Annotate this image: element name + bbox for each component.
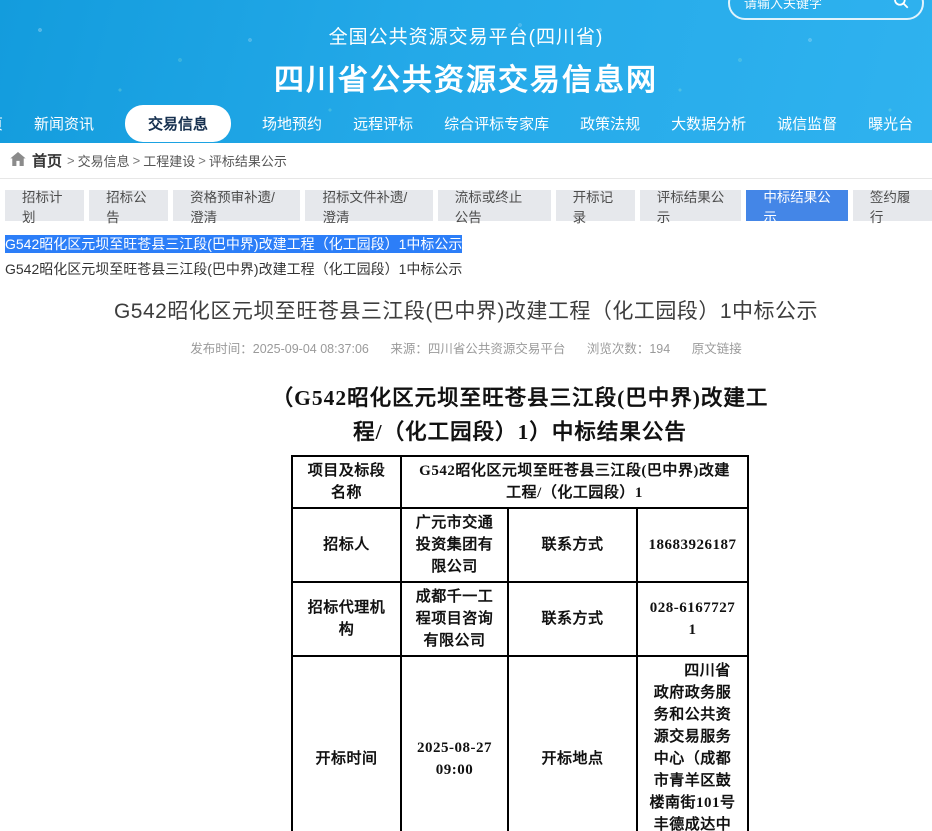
cell-opening-time-value: 2025-08-27 09:00 — [401, 656, 508, 831]
cell-opening-time-label: 开标时间 — [292, 656, 401, 831]
tab-prequalification-addendum[interactable]: 资格预审补遗/澄清 — [173, 190, 300, 221]
cell-project-label: 项目及标段名称 — [292, 456, 401, 508]
nav-item-big-data[interactable]: 大数据分析 — [671, 113, 746, 134]
cell-contact2-label: 联系方式 — [508, 582, 637, 656]
cell-contact2-value: 028-61677271 — [637, 582, 748, 656]
selected-link-text[interactable]: G542昭化区元坝至旺苍县三江段(巴中界)改建工程（化工园段）1中标公示 — [5, 235, 462, 253]
nav-item-remote-evaluation[interactable]: 远程评标 — [353, 113, 413, 134]
list-item-selected[interactable]: G542昭化区元坝至旺苍县三江段(巴中界)改建工程（化工园段）1中标公示 — [5, 236, 932, 253]
home-icon[interactable] — [10, 152, 26, 169]
cell-project-value: G542昭化区元坝至旺苍县三江段(巴中界)改建工程/（化工园段）1 — [401, 456, 748, 508]
category-tabs: 招标计划 招标公告 资格预审补遗/澄清 招标文件补遗/澄清 流标或终止公告 开标… — [5, 190, 932, 221]
result-list: G542昭化区元坝至旺苍县三江段(巴中界)改建工程（化工园段）1中标公示 G54… — [5, 236, 932, 278]
table-row: 招标人 广元市交通投资集团有限公司 联系方式 18683926187 — [292, 508, 748, 582]
cell-opening-place-value: 四川省政府政务服务和公共资源交易服务中心（成都市青羊区鼓楼南街101号丰德成达中… — [637, 656, 748, 831]
cell-contact-label: 联系方式 — [508, 508, 637, 582]
view-count: 浏览次数：194 — [587, 342, 670, 356]
cell-agency-value: 成都千一工程项目咨询有限公司 — [401, 582, 508, 656]
award-result-table: 项目及标段名称 G542昭化区元坝至旺苍县三江段(巴中界)改建工程/（化工园段）… — [291, 455, 749, 831]
tab-bid-doc-addendum[interactable]: 招标文件补遗/澄清 — [305, 190, 432, 221]
table-row: 开标时间 2025-08-27 09:00 开标地点 四川省政府政务服务和公共资… — [292, 656, 748, 831]
nav-item-integrity[interactable]: 诚信监督 — [777, 113, 837, 134]
nav-item-news[interactable]: 新闻资讯 — [34, 113, 94, 134]
tab-contract-performance[interactable]: 签约履行 — [853, 190, 932, 221]
cell-contact-value: 18683926187 — [637, 508, 748, 582]
cell-opening-place-label: 开标地点 — [508, 656, 637, 831]
publish-time: 发布时间：2025-09-04 08:37:06 — [190, 342, 369, 356]
nav-item-venue-booking[interactable]: 场地预约 — [262, 113, 322, 134]
breadcrumb-engineering[interactable]: 工程建设 — [143, 151, 195, 170]
nav-item-policy[interactable]: 政策法规 — [580, 113, 640, 134]
nav-item-expert-pool[interactable]: 综合评标专家库 — [444, 113, 549, 134]
nav-item-home[interactable]: 首页 — [0, 113, 3, 134]
breadcrumb-separator: > — [67, 153, 75, 168]
page-title: G542昭化区元坝至旺苍县三江段(巴中界)改建工程（化工园段）1中标公示 — [0, 295, 932, 325]
platform-title: 全国公共资源交易平台(四川省) — [0, 22, 932, 49]
list-item[interactable]: G542昭化区元坝至旺苍县三江段(巴中界)改建工程（化工园段）1中标公示 — [5, 261, 932, 278]
nav-item-exposure[interactable]: 曝光台 — [868, 113, 913, 134]
header-titles: 全国公共资源交易平台(四川省) 四川省公共资源交易信息网 — [0, 0, 932, 99]
tab-bid-announcement[interactable]: 招标公告 — [89, 190, 168, 221]
breadcrumb: 首页 > 交易信息 > 工程建设 > 评标结果公示 — [0, 143, 932, 179]
breadcrumb-separator: > — [133, 153, 141, 168]
breadcrumb-separator: > — [198, 153, 206, 168]
source: 来源：四川省公共资源交易平台 — [390, 342, 565, 356]
table-row: 项目及标段名称 G542昭化区元坝至旺苍县三江段(巴中界)改建工程/（化工园段）… — [292, 456, 748, 508]
nav-item-trade-info[interactable]: 交易信息 — [125, 105, 231, 142]
tab-bid-opening-record[interactable]: 开标记录 — [556, 190, 635, 221]
cell-tenderer-label: 招标人 — [292, 508, 401, 582]
detail-meta: 发布时间：2025-09-04 08:37:06 来源：四川省公共资源交易平台 … — [0, 338, 932, 357]
site-header: 全国公共资源交易平台(四川省) 四川省公共资源交易信息网 首页 新闻资讯 交易信… — [0, 0, 932, 143]
site-title: 四川省公共资源交易信息网 — [0, 55, 932, 99]
breadcrumb-evaluation-results[interactable]: 评标结果公示 — [209, 151, 287, 170]
breadcrumb-home[interactable]: 首页 — [32, 150, 62, 171]
tab-failed-terminated[interactable]: 流标或终止公告 — [438, 190, 551, 221]
tab-bid-plan[interactable]: 招标计划 — [5, 190, 84, 221]
main-nav: 首页 新闻资讯 交易信息 场地预约 远程评标 综合评标专家库 政策法规 大数据分… — [0, 103, 932, 143]
announcement-article: （G542昭化区元坝至旺苍县三江段(巴中界)改建工程/（化工园段）1）中标结果公… — [260, 381, 780, 831]
origin-link[interactable]: 原文链接 — [692, 342, 742, 356]
cell-tenderer-value: 广元市交通投资集团有限公司 — [401, 508, 508, 582]
tab-evaluation-results[interactable]: 评标结果公示 — [640, 190, 742, 221]
breadcrumb-trade-info[interactable]: 交易信息 — [78, 151, 130, 170]
table-row: 招标代理机构 成都千一工程项目咨询有限公司 联系方式 028-61677271 — [292, 582, 748, 656]
tab-award-results[interactable]: 中标结果公示 — [746, 190, 848, 221]
page: 全国公共资源交易平台(四川省) 四川省公共资源交易信息网 首页 新闻资讯 交易信… — [0, 0, 932, 831]
cell-agency-label: 招标代理机构 — [292, 582, 401, 656]
announcement-title: （G542昭化区元坝至旺苍县三江段(巴中界)改建工程/（化工园段）1）中标结果公… — [260, 381, 780, 449]
